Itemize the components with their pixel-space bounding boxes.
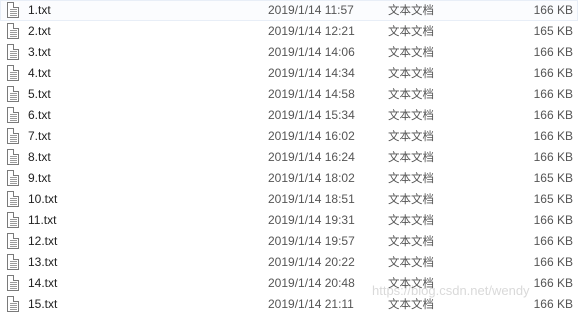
file-name: 5.txt — [28, 87, 51, 101]
file-type: 文本文档 — [388, 171, 434, 185]
file-size: 166 KB — [533, 150, 573, 164]
file-date: 2019/1/14 19:31 — [268, 213, 355, 227]
file-type: 文本文档 — [388, 192, 434, 206]
file-date: 2019/1/14 15:34 — [268, 108, 355, 122]
text-document-icon — [7, 2, 19, 18]
file-name: 8.txt — [28, 150, 51, 164]
file-row[interactable]: 3.txt 2019/1/14 14:06 文本文档 166 KB — [0, 42, 578, 63]
file-type: 文本文档 — [388, 24, 434, 38]
file-row[interactable]: 9.txt 2019/1/14 18:02 文本文档 165 KB — [0, 168, 578, 189]
file-row[interactable]: 14.txt 2019/1/14 20:48 文本文档 166 KB — [0, 273, 578, 294]
text-document-icon — [7, 107, 19, 123]
text-document-icon — [7, 23, 19, 39]
file-type: 文本文档 — [388, 87, 434, 101]
file-row[interactable]: 2.txt 2019/1/14 12:21 文本文档 165 KB — [0, 21, 578, 42]
file-date: 2019/1/14 20:48 — [268, 276, 355, 290]
file-name: 10.txt — [28, 192, 58, 206]
file-size: 166 KB — [533, 108, 573, 122]
text-document-icon — [7, 254, 19, 270]
file-date: 2019/1/14 18:02 — [268, 171, 355, 185]
file-list: 1.txt 2019/1/14 11:57 文本文档 166 KB 2.txt … — [0, 0, 578, 315]
file-row[interactable]: 12.txt 2019/1/14 19:57 文本文档 166 KB — [0, 231, 578, 252]
file-date: 2019/1/14 14:06 — [268, 45, 355, 59]
file-date: 2019/1/14 16:02 — [268, 129, 355, 143]
file-row[interactable]: 5.txt 2019/1/14 14:58 文本文档 166 KB — [0, 84, 578, 105]
file-row[interactable]: 7.txt 2019/1/14 16:02 文本文档 166 KB — [0, 126, 578, 147]
file-size: 166 KB — [533, 255, 573, 269]
file-date: 2019/1/14 20:22 — [268, 255, 355, 269]
text-document-icon — [7, 296, 19, 312]
file-name: 9.txt — [28, 171, 51, 185]
text-document-icon — [7, 65, 19, 81]
file-size: 165 KB — [533, 171, 573, 185]
file-size: 166 KB — [533, 234, 573, 248]
text-document-icon — [7, 191, 19, 207]
file-type: 文本文档 — [388, 45, 434, 59]
text-document-icon — [7, 128, 19, 144]
file-size: 166 KB — [533, 87, 573, 101]
file-row[interactable]: 10.txt 2019/1/14 18:51 文本文档 165 KB — [0, 189, 578, 210]
file-size: 166 KB — [533, 213, 573, 227]
file-size: 166 KB — [533, 45, 573, 59]
file-row[interactable]: 11.txt 2019/1/14 19:31 文本文档 166 KB — [0, 210, 578, 231]
text-document-icon — [7, 86, 19, 102]
file-name: 2.txt — [28, 24, 51, 38]
file-name: 12.txt — [28, 234, 58, 248]
file-name: 13.txt — [28, 255, 58, 269]
file-size: 166 KB — [533, 129, 573, 143]
file-name: 1.txt — [28, 3, 51, 17]
file-row[interactable]: 4.txt 2019/1/14 14:34 文本文档 166 KB — [0, 63, 578, 84]
file-name: 7.txt — [28, 129, 51, 143]
file-type: 文本文档 — [388, 108, 434, 122]
text-document-icon — [7, 44, 19, 60]
file-date: 2019/1/14 14:34 — [268, 66, 355, 80]
file-type: 文本文档 — [388, 234, 434, 248]
file-size: 166 KB — [533, 3, 573, 17]
file-size: 165 KB — [533, 192, 573, 206]
file-type: 文本文档 — [388, 129, 434, 143]
file-name: 4.txt — [28, 66, 51, 80]
file-date: 2019/1/14 12:21 — [268, 24, 355, 38]
file-name: 11.txt — [28, 213, 57, 227]
file-date: 2019/1/14 19:57 — [268, 234, 355, 248]
text-document-icon — [7, 275, 19, 291]
file-name: 14.txt — [28, 276, 58, 290]
file-date: 2019/1/14 14:58 — [268, 87, 355, 101]
text-document-icon — [7, 233, 19, 249]
text-document-icon — [7, 170, 19, 186]
file-type: 文本文档 — [388, 66, 434, 80]
file-type: 文本文档 — [388, 276, 434, 290]
file-size: 166 KB — [533, 276, 573, 290]
file-size: 165 KB — [533, 24, 573, 38]
file-type: 文本文档 — [388, 150, 434, 164]
file-row[interactable]: 1.txt 2019/1/14 11:57 文本文档 166 KB — [0, 0, 578, 21]
file-type: 文本文档 — [388, 3, 434, 17]
file-row[interactable]: 8.txt 2019/1/14 16:24 文本文档 166 KB — [0, 147, 578, 168]
file-size: 166 KB — [533, 66, 573, 80]
file-date: 2019/1/14 11:57 — [268, 3, 354, 17]
file-type: 文本文档 — [388, 255, 434, 269]
file-row[interactable]: 13.txt 2019/1/14 20:22 文本文档 166 KB — [0, 252, 578, 273]
file-name: 6.txt — [28, 108, 51, 122]
file-row[interactable]: 6.txt 2019/1/14 15:34 文本文档 166 KB — [0, 105, 578, 126]
file-date: 2019/1/14 18:51 — [268, 192, 355, 206]
file-type: 文本文档 — [388, 213, 434, 227]
file-name: 3.txt — [28, 45, 51, 59]
file-date: 2019/1/14 16:24 — [268, 150, 355, 164]
text-document-icon — [7, 212, 19, 228]
text-document-icon — [7, 149, 19, 165]
